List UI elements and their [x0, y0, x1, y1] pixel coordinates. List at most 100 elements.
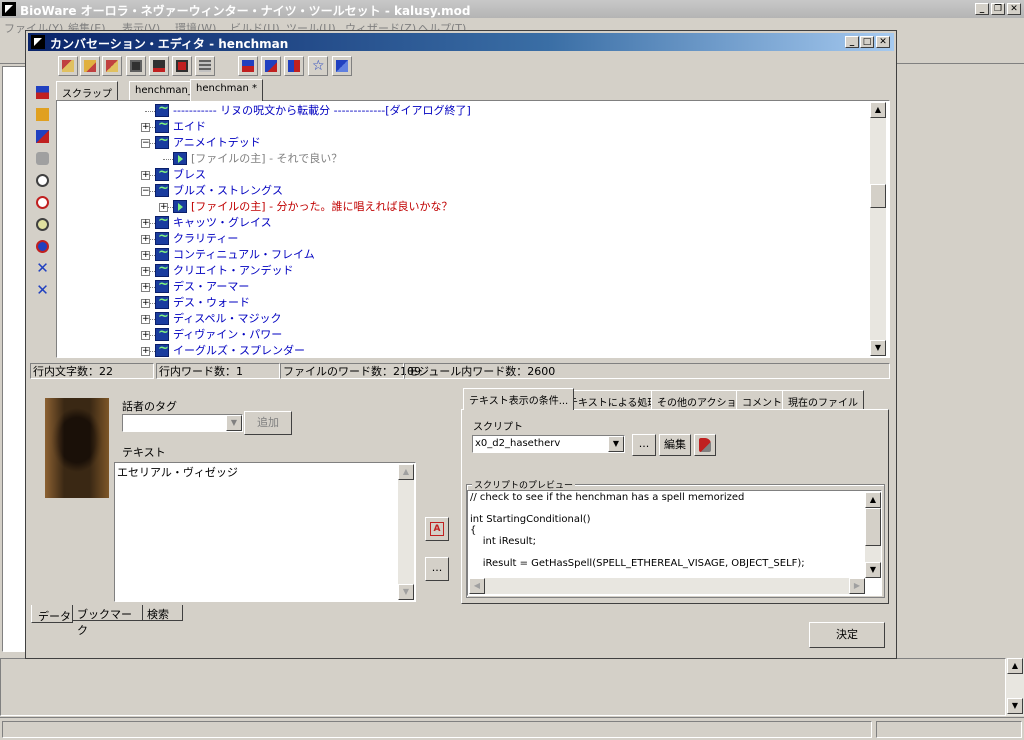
expand-node-icon[interactable]: + [141, 235, 150, 244]
collapse-node-icon[interactable]: − [141, 139, 150, 148]
expand-node-icon[interactable]: + [141, 123, 150, 132]
tree-row[interactable]: + エイド [57, 117, 869, 135]
bottom-tab-bookmark[interactable]: ブックマーク [73, 605, 143, 637]
tree-row[interactable]: − ブルズ・ストレングス [57, 181, 869, 199]
tree-row[interactable]: + ブレス [57, 165, 869, 183]
collapse-node-icon[interactable]: − [141, 187, 150, 196]
toolbar-link-move-button[interactable] [332, 56, 352, 76]
bottom-tab-data[interactable]: データ [31, 605, 73, 623]
expand-node-icon[interactable]: + [141, 299, 150, 308]
save-all-icon [176, 60, 188, 72]
tab-current-file[interactable]: 現在のファイル [782, 390, 864, 410]
expand-node-icon[interactable]: + [141, 331, 150, 340]
expand-node-icon[interactable]: + [141, 171, 150, 180]
left-tool-expand[interactable]: ✕ [32, 280, 52, 300]
scroll-up-icon[interactable]: ▲ [865, 492, 881, 508]
conversation-tree[interactable]: ----------- リヌの呪文から転載分 -------------[ダイア… [56, 100, 890, 358]
left-tool-find-next[interactable] [32, 192, 52, 212]
toolbar-cut-button[interactable] [58, 56, 78, 76]
tree-row[interactable]: + [ファイルの主] - 分かった。誰に唱えれば良いかな？ [57, 199, 869, 215]
scroll-down-icon[interactable]: ▼ [870, 340, 886, 356]
text-field-scrollbar[interactable]: ▲ ▼ [398, 464, 414, 600]
left-tool-add-entry[interactable] [32, 82, 52, 102]
npc-line-icon [155, 341, 169, 357]
expand-node-icon[interactable]: + [141, 267, 150, 276]
left-tool-collapse[interactable]: ✕ [32, 258, 52, 278]
tree-scrollbar[interactable]: ▲ ▼ [870, 102, 886, 356]
toolbar-properties-button[interactable] [195, 56, 215, 76]
preview-hscrollbar[interactable]: ◀ ▶ [469, 578, 865, 594]
expand-node-icon[interactable]: + [141, 315, 150, 324]
script-combo[interactable]: x0_d2_hasetherv ▼ [472, 435, 625, 453]
scroll-down-icon[interactable]: ▼ [398, 584, 414, 600]
scroll-left-icon[interactable]: ◀ [469, 578, 485, 594]
script-edit-button[interactable]: 編集 [659, 434, 691, 456]
scroll-thumb[interactable] [865, 508, 881, 546]
tab-text-condition[interactable]: テキスト表示の条件... [463, 388, 575, 410]
tree-row[interactable]: − アニメイトデッド [57, 133, 869, 151]
scroll-up-icon[interactable]: ▲ [398, 464, 414, 480]
expand-node-icon[interactable]: + [141, 219, 150, 228]
text-ellipsis-button[interactable]: ... [425, 557, 449, 581]
toolbar-save-all-button[interactable] [172, 56, 192, 76]
expand-node-icon[interactable]: + [141, 251, 150, 260]
tree-row[interactable]: ----------- リヌの呪文から転載分 -------------[ダイア… [57, 101, 869, 119]
scroll-down-icon[interactable]: ▼ [865, 562, 881, 578]
expand-node-icon[interactable]: + [159, 203, 168, 212]
toolbar-add-link-button[interactable] [261, 56, 281, 76]
tab-scrap[interactable]: スクラップ [56, 81, 118, 101]
text-field-value: エセリアル・ヴィゼッジ [117, 466, 238, 479]
tree-row[interactable]: + ディヴァイン・パワー [57, 325, 869, 343]
editor-maximize-button[interactable]: □ [860, 36, 874, 48]
tab-henchman[interactable]: henchman * [190, 79, 264, 101]
toolbar-add-node-button[interactable] [238, 56, 258, 76]
tree-row[interactable]: + クラリティー [57, 229, 869, 247]
tab-text-action[interactable]: テキストによる処理 [562, 390, 664, 410]
tree-row[interactable]: + イーグルズ・スプレンダー [57, 341, 869, 357]
scroll-up-icon[interactable]: ▲ [870, 102, 886, 118]
tree-row-text: イーグルズ・スプレンダー [173, 344, 305, 357]
expand-node-icon[interactable]: + [141, 347, 150, 356]
left-tool-find[interactable] [32, 170, 52, 190]
scroll-right-icon[interactable]: ▶ [849, 578, 865, 594]
toolbar-copy-node-button[interactable] [284, 56, 304, 76]
expand-node-icon[interactable]: + [141, 283, 150, 292]
tree-row[interactable]: + デス・アーマー [57, 277, 869, 295]
toolbar-save-as-button[interactable] [149, 56, 169, 76]
preview-vscrollbar[interactable]: ▲ ▼ [865, 492, 881, 578]
left-tool-find-prev[interactable] [32, 214, 52, 234]
editor-close-button[interactable]: ✕ [876, 36, 890, 48]
tree-row-text: ブルズ・ストレングス [173, 184, 283, 197]
tree-row[interactable]: [ファイルの主] - それで良い？ [57, 151, 869, 167]
tree-row[interactable]: + デス・ウォード [57, 293, 869, 311]
toolbar-paste-button[interactable] [102, 56, 122, 76]
app-close-button[interactable]: ✕ [1007, 3, 1021, 15]
tree-row[interactable]: + コンティニュアル・フレイム [57, 245, 869, 263]
ok-button[interactable]: 決定 [809, 622, 885, 648]
tree-row[interactable]: + クリエイト・アンデッド [57, 261, 869, 279]
toolbar-link-star-button[interactable]: ☆ [308, 56, 328, 76]
toolbar-copy-button[interactable] [80, 56, 100, 76]
left-tool-delete[interactable] [32, 126, 52, 146]
speaker-tag-combo[interactable]: ▼ [122, 414, 243, 432]
editor-minimize-button[interactable]: _ [845, 36, 859, 48]
add-speaker-button[interactable]: 追加 [244, 411, 292, 435]
tree-row-text: [ファイルの主] - それで良い？ [191, 152, 343, 165]
script-browse-button[interactable]: ... [632, 434, 656, 456]
editor-title-bar: カンバセーション・エディタ - henchman _ □ ✕ [28, 33, 894, 51]
app-restore-button[interactable]: ❐ [991, 3, 1005, 15]
left-tool-disabled[interactable] [32, 148, 52, 168]
left-tool-copy[interactable] [32, 104, 52, 124]
tree-row[interactable]: + ディスペル・マジック [57, 309, 869, 327]
script-wizard-button[interactable] [694, 434, 716, 456]
main-output-scrollbar[interactable]: ▲ ▼ [1006, 658, 1024, 716]
insert-token-button[interactable]: A [425, 517, 449, 541]
tree-row[interactable]: + キャッツ・グレイス [57, 213, 869, 231]
text-field[interactable]: エセリアル・ヴィゼッジ [114, 462, 416, 602]
tab-comment[interactable]: コメント [736, 390, 788, 410]
scroll-thumb[interactable] [870, 184, 886, 208]
bottom-tab-search[interactable]: 検索 [143, 605, 183, 621]
left-tool-replace[interactable] [32, 236, 52, 256]
toolbar-save-button[interactable] [126, 56, 146, 76]
app-minimize-button[interactable]: _ [975, 3, 989, 15]
